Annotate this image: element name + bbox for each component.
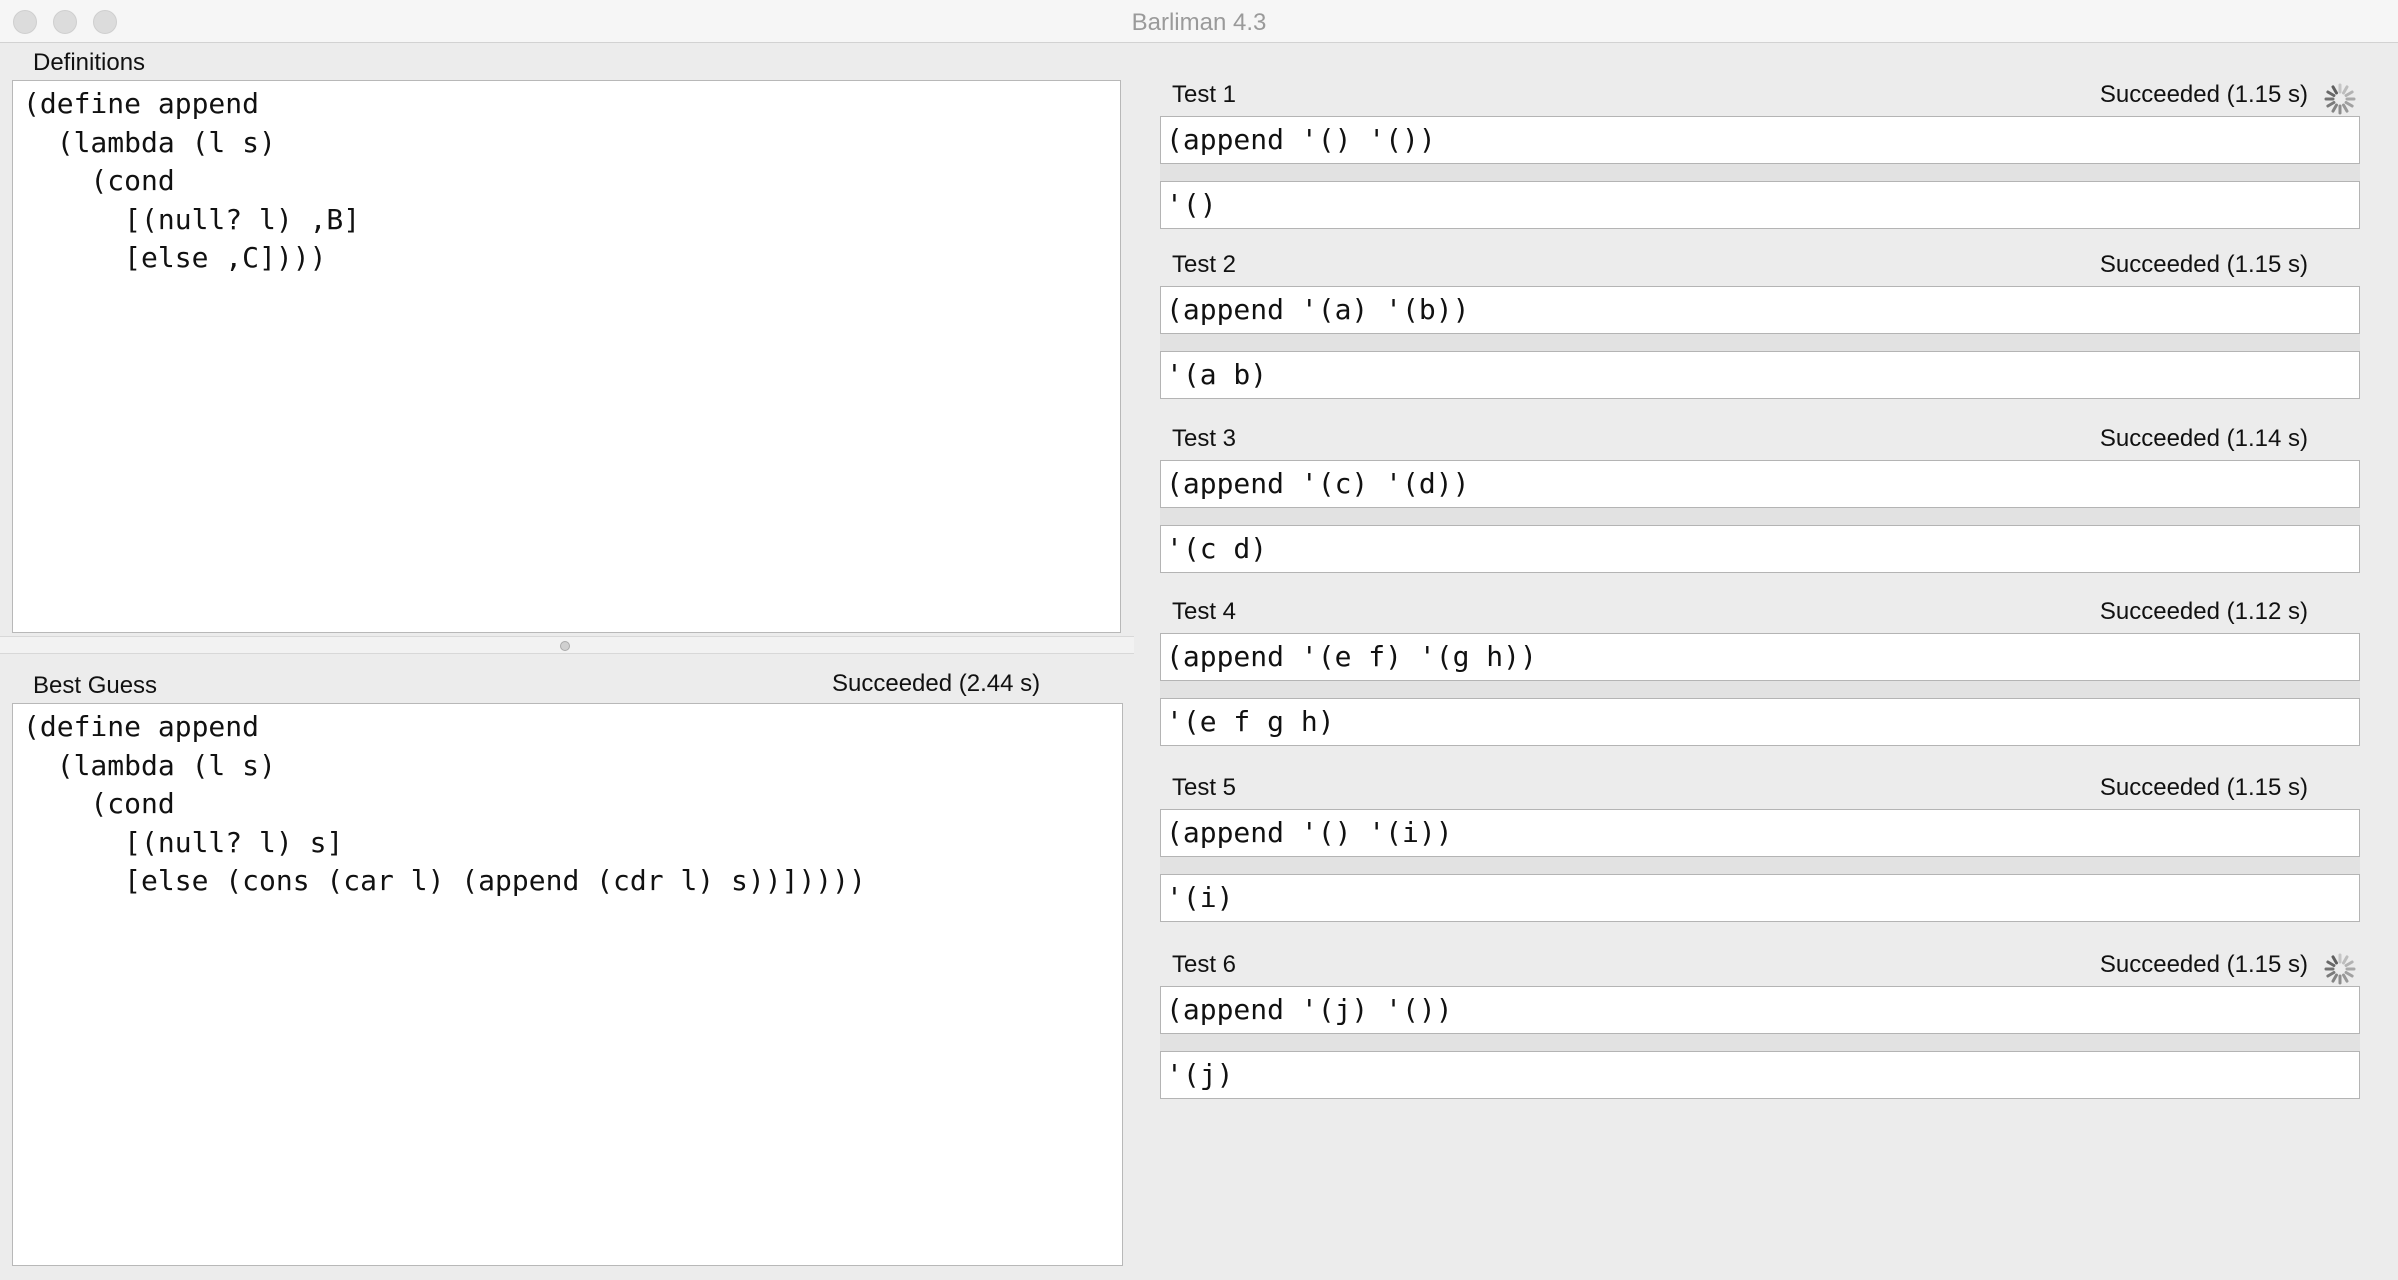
test-expected-output-field[interactable]: '() [1160,181,2360,229]
test-input-field[interactable]: (append '() '()) [1160,116,2360,164]
test-separator [1160,1034,2360,1051]
best-guess-status: Succeeded (2.44 s) [832,670,1041,697]
test-expected-output-field[interactable]: '(j) [1160,1051,2360,1099]
test-input-field[interactable]: (append '(e f) '(g h)) [1160,633,2360,681]
definitions-editor[interactable]: (define append (lambda (l s) (cond [(nul… [12,80,1121,633]
test-input-field[interactable]: (append '(c) '(d)) [1160,460,2360,508]
test-expected-output-field[interactable]: '(a b) [1160,351,2360,399]
window-title: Barliman 4.3 [1131,9,1267,36]
test-label: Test 6 [1172,951,1237,978]
progress-spinner-icon [2324,83,2356,115]
best-guess-editor[interactable]: (define append (lambda (l s) (cond [(nul… [12,703,1123,1266]
test-expected-output-field[interactable]: '(i) [1160,874,2360,922]
test-separator [1160,508,2360,525]
test-status: Succeeded (1.15 s) [2099,251,2308,278]
split-view-divider[interactable] [0,636,1134,654]
divider-handle[interactable] [560,641,570,651]
test-label: Test 3 [1172,425,1237,452]
test-expected-output-field[interactable]: '(c d) [1160,525,2360,573]
test-label: Test 2 [1172,251,1237,278]
test-label: Test 5 [1172,774,1237,801]
test-separator [1160,334,2360,351]
test-label: Test 1 [1172,81,1237,108]
title-bar: Barliman 4.3 [0,0,2398,43]
best-guess-label: Best Guess [33,672,158,699]
test-expected-output-field[interactable]: '(e f g h) [1160,698,2360,746]
test-status: Succeeded (1.15 s) [2099,951,2308,978]
test-separator [1160,164,2360,181]
test-separator [1160,857,2360,874]
test-separator [1160,681,2360,698]
definitions-label: Definitions [33,49,146,76]
progress-spinner-icon [2324,953,2356,985]
test-label: Test 4 [1172,598,1237,625]
test-status: Succeeded (1.14 s) [2099,425,2308,452]
test-status: Succeeded (1.15 s) [2099,774,2308,801]
test-status: Succeeded (1.15 s) [2099,81,2308,108]
test-input-field[interactable]: (append '(j) '()) [1160,986,2360,1034]
test-input-field[interactable]: (append '() '(i)) [1160,809,2360,857]
test-status: Succeeded (1.12 s) [2099,598,2308,625]
test-input-field[interactable]: (append '(a) '(b)) [1160,286,2360,334]
